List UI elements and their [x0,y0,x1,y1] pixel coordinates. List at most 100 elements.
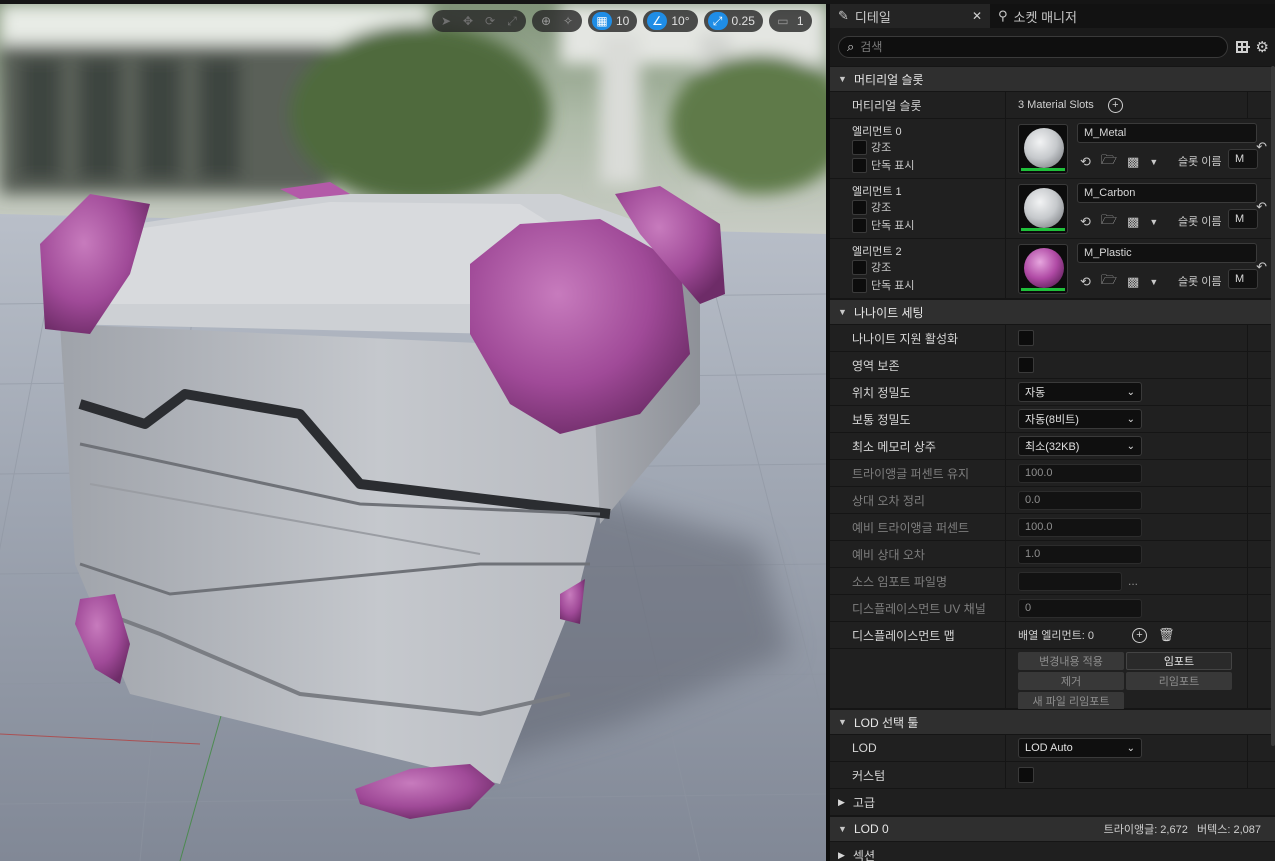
gear-icon[interactable]: ⚙ [1256,38,1269,56]
fallback-error-row: 예비 상대 오차 1.0 [830,541,1275,568]
normal-precision-dropdown[interactable]: 자동(8비트) ⌄ [1018,409,1142,429]
highlight-checkbox[interactable] [852,199,867,215]
scale-snap-value[interactable]: 0.25 [730,14,759,28]
reset-icon[interactable]: ↶ [1256,139,1267,155]
chevron-down-icon[interactable]: ▼ [1149,157,1158,167]
browse-icon[interactable]: 🗁 [1101,271,1117,293]
section-title: 머티리얼 슬롯 [854,72,924,87]
browse-icon[interactable]: 🗁 [1101,211,1117,233]
section-lod0[interactable]: ▼ LOD 0 트라이앵글: 2,672 버텍스: 2,087 [830,816,1275,842]
scale-snap-icon[interactable]: ⤢ [707,12,728,30]
preserve-area-checkbox[interactable] [1018,357,1034,373]
viewport-scene [0,4,826,861]
material-thumbnail[interactable] [1018,244,1068,294]
reset-icon[interactable]: ↶ [1256,199,1267,215]
sections-expander[interactable]: ▶ 섹션 [830,842,875,861]
grid-snap-icon[interactable]: ▦ [592,12,612,30]
property-label: 머티리얼 슬롯 [830,92,1006,118]
search-box[interactable]: ⌕ [838,36,1228,58]
property-value: 0 [1006,595,1247,621]
table-view-icon[interactable] [1236,41,1250,53]
grid-snap-value[interactable]: 10 [614,14,633,28]
select-mode-icon[interactable]: ➤ [436,12,456,30]
isolate-checkbox[interactable] [852,277,867,293]
camera-speed-value[interactable]: 1 [795,14,808,28]
coordinate-tools: ⊕ ✧ [532,10,582,32]
browse-icon[interactable]: 🗁 [1101,151,1117,173]
use-selected-icon[interactable]: ⟲ [1080,154,1091,170]
highlight-checkbox[interactable] [852,259,867,275]
chevron-down-icon[interactable]: ▼ [1149,217,1158,227]
transform-tools: ➤ ✥ ⟳ ⤢ [432,10,526,32]
dropdown-value: 자동(8비트) [1025,414,1079,426]
material-picker[interactable]: M_Metal [1077,123,1257,143]
position-precision-dropdown[interactable]: 자동 ⌄ [1018,382,1142,402]
rotation-snap-value[interactable]: 10° [669,14,693,28]
property-label: 상대 오차 정리 [830,487,1006,513]
custom-lod-checkbox[interactable] [1018,767,1034,783]
use-selected-icon[interactable]: ⟲ [1080,274,1091,290]
scale-mode-icon[interactable]: ⤢ [502,12,522,30]
texture-icon[interactable]: ▩ [1127,214,1139,230]
isolate-checkbox[interactable] [852,157,867,173]
advanced-row[interactable]: ▶ 고급 [830,789,1275,816]
material-slots-row: 머티리얼 슬롯 3 Material Slots + [830,92,1275,119]
add-material-slot-icon[interactable]: + [1107,97,1123,113]
section-material-slots[interactable]: ▼ 머티리얼 슬롯 [830,66,1275,92]
rotation-snap-icon[interactable]: ∠ [647,12,668,30]
scrollbar[interactable] [1271,66,1275,746]
slot-name-field[interactable]: M [1228,269,1258,289]
min-resident-dropdown[interactable]: 최소(32KB) ⌄ [1018,436,1142,456]
close-icon[interactable]: ✕ [972,9,982,23]
world-coordinates-icon[interactable]: ⊕ [536,12,556,30]
highlight-checkbox[interactable] [852,139,867,155]
import-button[interactable]: 임포트 [1126,652,1232,670]
property-value: 자동 ⌄ [1006,379,1247,405]
source-import-row: 소스 임포트 파일명 ... [830,568,1275,595]
nanite-enable-row: 나나이트 지원 활성화 [830,325,1275,352]
isolate-checkbox[interactable] [852,217,867,233]
chevron-down-icon: ⌄ [1126,413,1135,425]
source-import-field [1018,571,1122,591]
nanite-enable-checkbox[interactable] [1018,330,1034,346]
section-nanite-settings[interactable]: ▼ 나나이트 세팅 [830,299,1275,325]
property-label: 소스 임포트 파일명 [830,568,1006,594]
browse-more-button: ... [1128,574,1139,588]
isolate-label: 단독 표시 [871,280,915,292]
section-lod-picker[interactable]: ▼ LOD 선택 툴 [830,709,1275,735]
section-title: LOD 0 [854,822,889,836]
add-element-icon[interactable]: + [1132,627,1147,643]
level-viewport[interactable]: ➤ ✥ ⟳ ⤢ ⊕ ✧ ▦ 10 ∠ 10° ⤢ 0.25 ▭ 1 [0,4,826,861]
property-label: 트라이앵글 퍼센트 유지 [830,460,1006,486]
sections-label: 섹션 [852,848,876,861]
reset-icon[interactable]: ↶ [1256,259,1267,275]
texture-icon[interactable]: ▩ [1127,154,1139,170]
material-thumbnail[interactable] [1018,124,1068,174]
camera-icon[interactable]: ▭ [773,12,793,30]
chevron-down-icon[interactable]: ▼ [1149,277,1158,287]
material-picker[interactable]: M_Carbon [1077,183,1257,203]
material-thumbnail[interactable] [1018,184,1068,234]
search-input[interactable] [860,40,1181,54]
rotate-mode-icon[interactable]: ⟳ [480,12,500,30]
search-row: ⌕ ⚙ [830,28,1275,66]
property-value: 100.0 [1006,514,1247,540]
advanced-expander[interactable]: ▶ 고급 [830,789,875,815]
slot-name-field[interactable]: M [1228,209,1258,229]
highlight-label: 강조 [871,142,892,154]
sections-row[interactable]: ▶ 섹션 [830,842,1275,861]
lod-dropdown[interactable]: LOD Auto ⌄ [1018,738,1142,758]
trim-error-row: 상대 오차 정리 0.0 [830,487,1275,514]
material-picker[interactable]: M_Plastic [1077,243,1257,263]
texture-icon[interactable]: ▩ [1127,274,1139,290]
surface-snap-icon[interactable]: ✧ [558,12,578,30]
slot-name-label: 슬롯 이름 [1178,156,1222,168]
isolate-line: 단독 표시 [852,157,1005,173]
trash-icon[interactable]: 🗑 [1158,627,1175,643]
use-selected-icon[interactable]: ⟲ [1080,214,1091,230]
chevron-right-icon: ▶ [838,849,845,860]
slot-name-field[interactable]: M [1228,149,1258,169]
move-mode-icon[interactable]: ✥ [458,12,478,30]
tab-socket-manager[interactable]: ⚲ 소켓 매니저 [990,4,1085,28]
tab-details[interactable]: ✎ 디테일 ✕ [830,4,990,28]
